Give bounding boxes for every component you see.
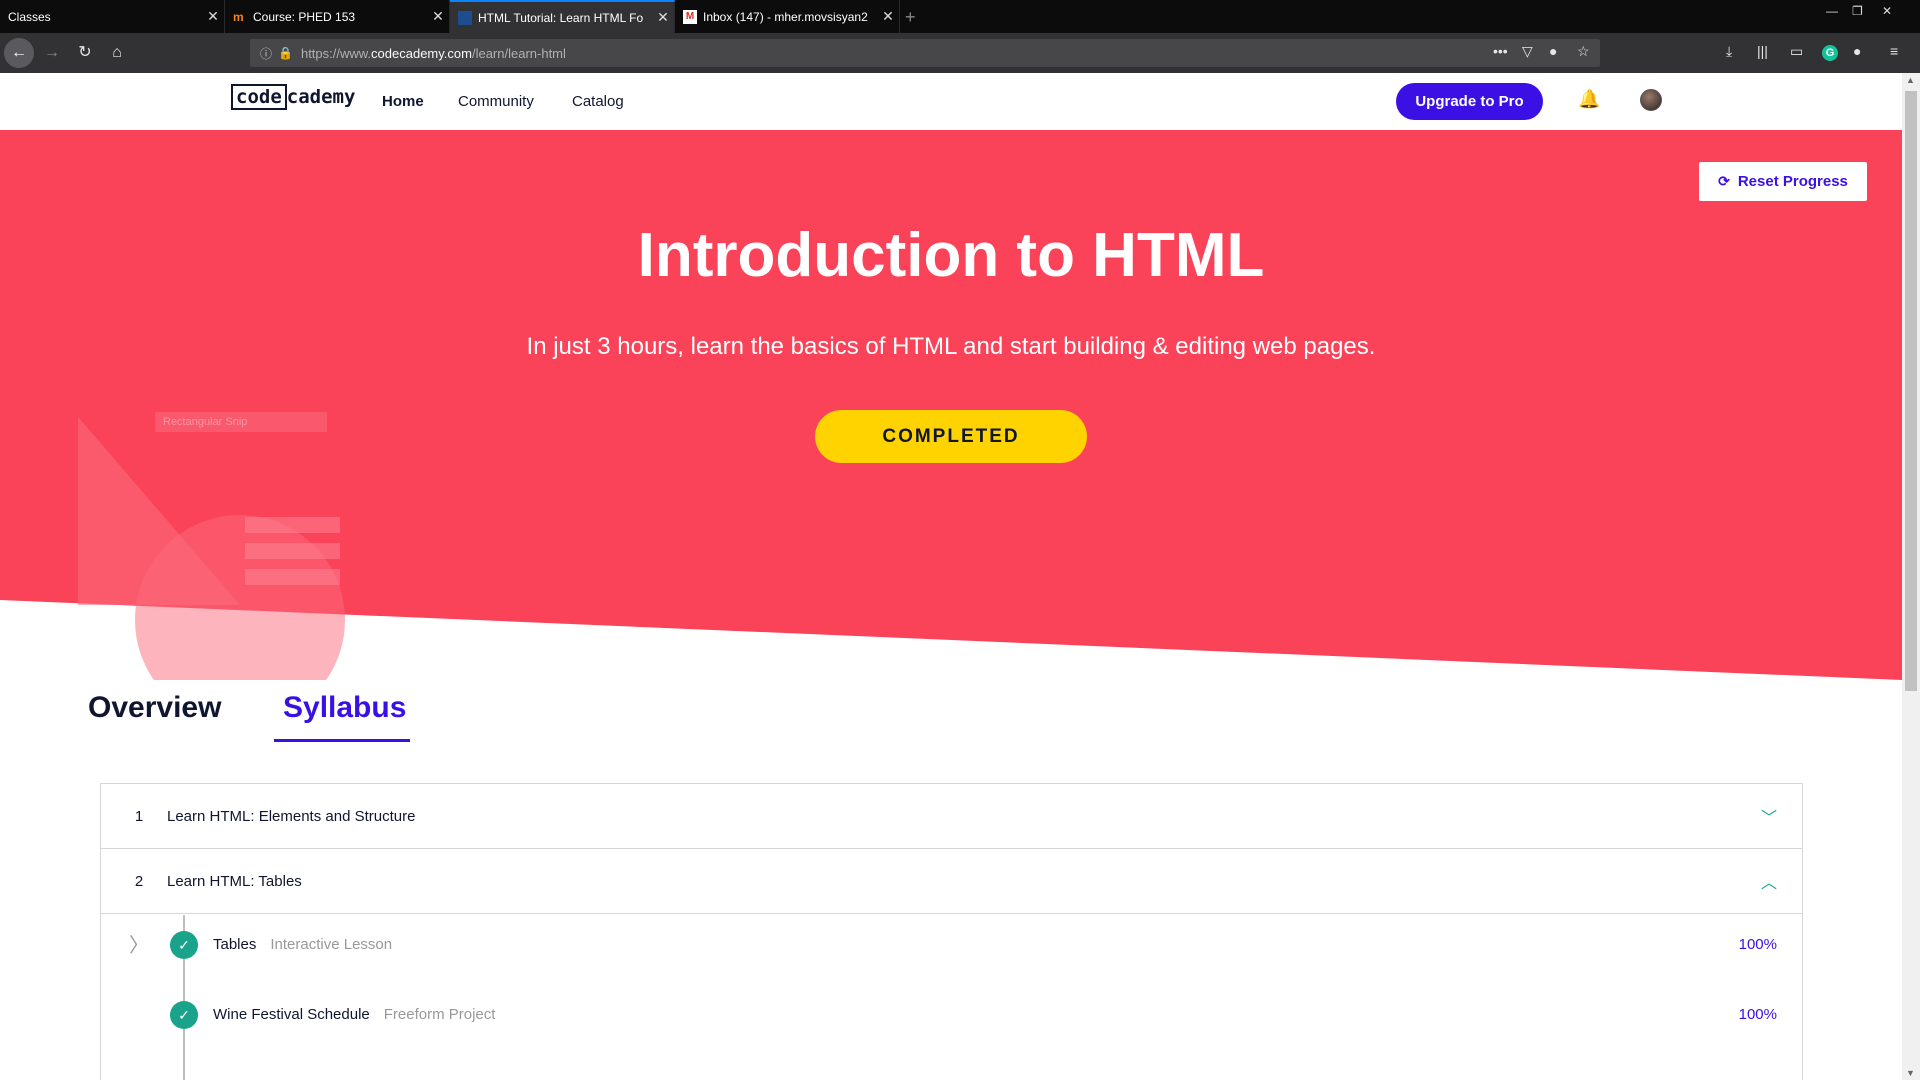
page-title: Introduction to HTML [637, 221, 1265, 290]
browser-tab-bar: Classes ✕ m Course: PHED 153 ✕ HTML Tuto… [0, 0, 1920, 33]
moodle-icon: m [233, 9, 244, 24]
extension-icon[interactable]: ● [1549, 43, 1557, 59]
close-tab-icon[interactable]: ✕ [652, 9, 674, 26]
chevron-right-icon[interactable]: 〉 [129, 929, 149, 958]
avatar[interactable] [1640, 89, 1662, 111]
scroll-thumb[interactable] [1905, 91, 1917, 691]
extension-icon[interactable]: ● [1853, 43, 1861, 59]
codecademy-icon [458, 10, 472, 25]
scroll-down-icon[interactable]: ▼ [1906, 1068, 1915, 1078]
url-text: https://www.codecademy.com/learn/learn-h… [300, 45, 566, 61]
bell-icon[interactable]: 🔔 [1578, 89, 1600, 110]
sidebar-icon[interactable]: ▭ [1790, 43, 1803, 60]
close-tab-icon[interactable]: ✕ [427, 8, 449, 25]
close-tab-icon[interactable]: ✕ [877, 8, 899, 25]
lesson-row[interactable]: 〉 ✓ Tables Interactive Lesson 100% [101, 915, 1802, 975]
lesson-progress: 100% [1738, 1006, 1777, 1023]
active-tab-indicator [274, 739, 410, 742]
completed-button[interactable]: COMPLETED [815, 410, 1087, 463]
tab-overview[interactable]: Overview [88, 691, 221, 725]
chevron-down-icon[interactable]: ﹀ [1761, 804, 1777, 828]
lock-icon: 🔒 [278, 46, 293, 60]
close-tab-icon[interactable]: ✕ [202, 8, 224, 25]
grammarly-icon[interactable]: G [1822, 45, 1838, 61]
library-icon[interactable]: ||| [1757, 43, 1768, 59]
page-subtitle: In just 3 hours, learn the basics of HTM… [526, 333, 1376, 360]
pocket-icon[interactable]: ▽ [1522, 43, 1533, 60]
browser-nav-bar: ← → ↻ ⌂ ⓘ 🔒 https://www.codecademy.com/l… [0, 33, 1920, 73]
reload-icon[interactable]: ↻ [74, 42, 96, 64]
page-scrollbar[interactable]: ▲ ▼ [1902, 73, 1920, 1080]
hero-banner: Rectangular Snip ⟳ Reset Progress Introd… [0, 130, 1902, 680]
forward-icon[interactable]: → [41, 42, 63, 64]
more-actions-icon[interactable]: ••• [1493, 43, 1508, 59]
scroll-up-icon[interactable]: ▲ [1906, 75, 1915, 85]
minimize-icon[interactable]: — [1826, 4, 1838, 18]
page-content: code cademy Home Community Catalog Upgrad… [0, 73, 1902, 1080]
browser-tab[interactable]: M Inbox (147) - mher.movsisyan2 ✕ [675, 0, 900, 33]
close-window-icon[interactable]: ✕ [1882, 4, 1892, 18]
browser-tab[interactable]: m Course: PHED 153 ✕ [225, 0, 450, 33]
bookmark-star-icon[interactable]: ☆ [1577, 43, 1590, 60]
hero-background [0, 130, 1902, 680]
chevron-up-icon[interactable]: ︿ [1761, 869, 1777, 893]
upgrade-button[interactable]: Upgrade to Pro [1396, 83, 1543, 120]
url-bar[interactable]: ⓘ 🔒 https://www.codecademy.com/learn/lea… [250, 39, 1600, 67]
syllabus-list: 1 Learn HTML: Elements and Structure ﹀ 2… [100, 783, 1803, 1080]
back-icon[interactable]: ← [4, 38, 34, 68]
syllabus-unit[interactable]: 2 Learn HTML: Tables ︿ [101, 849, 1802, 914]
nav-home[interactable]: Home [382, 93, 424, 110]
check-icon: ✓ [170, 931, 198, 959]
site-header: code cademy Home Community Catalog Upgrad… [0, 73, 1902, 130]
restore-icon[interactable]: ❐ [1852, 4, 1863, 18]
refresh-icon: ⟳ [1718, 173, 1730, 189]
lesson-progress: 100% [1738, 936, 1777, 953]
gmail-icon: M [683, 9, 697, 24]
codecademy-logo[interactable]: code cademy [231, 84, 355, 110]
menu-icon[interactable]: ≡ [1890, 43, 1898, 59]
download-icon[interactable]: ⤓ [1726, 43, 1732, 60]
nav-catalog[interactable]: Catalog [572, 93, 624, 110]
home-icon[interactable]: ⌂ [106, 42, 128, 64]
browser-tab[interactable]: Classes ✕ [0, 0, 225, 33]
new-tab-icon[interactable]: + [905, 7, 916, 28]
nav-community[interactable]: Community [458, 93, 534, 110]
info-icon[interactable]: ⓘ [260, 45, 272, 62]
browser-tab-active[interactable]: HTML Tutorial: Learn HTML Fo ✕ [450, 0, 675, 33]
syllabus-unit[interactable]: 1 Learn HTML: Elements and Structure ﹀ [101, 784, 1802, 849]
check-icon: ✓ [170, 1001, 198, 1029]
snip-overlay: Rectangular Snip [155, 412, 327, 432]
lesson-row[interactable]: ✓ Wine Festival Schedule Freeform Project… [101, 985, 1802, 1045]
reset-progress-button[interactable]: ⟳ Reset Progress [1699, 162, 1867, 201]
tab-syllabus[interactable]: Syllabus [283, 691, 406, 725]
